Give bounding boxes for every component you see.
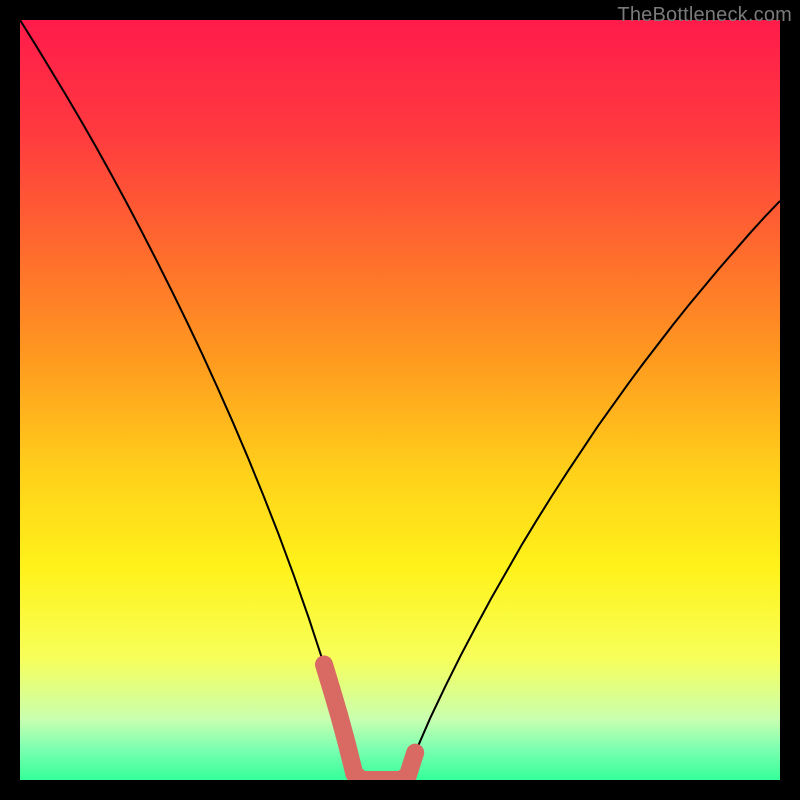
- chart-svg: [20, 20, 780, 780]
- chart-frame: TheBottleneck.com: [0, 0, 800, 800]
- chart-plot-area: [20, 20, 780, 780]
- watermark-label: TheBottleneck.com: [617, 4, 792, 27]
- gradient-background: [20, 20, 780, 780]
